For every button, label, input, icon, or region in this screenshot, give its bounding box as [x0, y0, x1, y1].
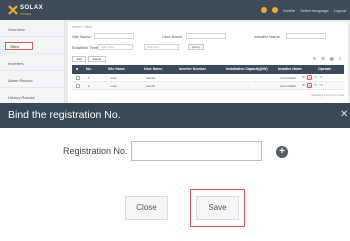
add-button[interactable]: Add [72, 56, 86, 62]
sidebar-item-label: Alarm Record [8, 78, 33, 83]
close-icon[interactable]: ✕ [340, 109, 350, 120]
delete-icon[interactable]: ✕ [319, 75, 324, 80]
cell-user-name: user01 [146, 76, 156, 80]
settings-icon[interactable]: ⚙ [301, 83, 306, 88]
close-button[interactable]: Close [125, 196, 168, 220]
breadcrumb-home[interactable]: Home [72, 25, 81, 29]
sidebar-item-label: History Record [8, 95, 35, 100]
logo-mark-icon [8, 5, 18, 15]
cell-capacity: - [248, 76, 249, 80]
col-installer-name[interactable]: Installer Name [278, 67, 302, 71]
sidebar-item-label: Inverters [8, 61, 24, 66]
col-no[interactable]: No. [86, 67, 92, 71]
add-field-icon[interactable]: + [276, 146, 288, 158]
notification-icon[interactable] [261, 7, 268, 13]
registration-no-label: Registration No. [63, 146, 128, 156]
bind-registration-icon[interactable]: ⊕ [307, 75, 312, 80]
sidebar-item-inverters[interactable]: Inverters [0, 54, 64, 71]
table-row[interactable]: 1 solax user01 - - test installer ⚙ ⊕ ✎ … [72, 74, 344, 82]
col-site-name[interactable]: Site Name [108, 67, 125, 71]
bind-registration-icon[interactable]: ⊕ [307, 83, 312, 88]
mobile-link[interactable]: Mobile [283, 8, 295, 13]
query-button[interactable]: Query [188, 44, 204, 50]
installer-name-label: Installer Name [254, 34, 280, 39]
dialog-header: Bind the registration No. ✕ [0, 103, 350, 128]
installer-name-input[interactable] [286, 33, 326, 39]
cell-inverter-number: - [190, 76, 191, 80]
cell-site-name[interactable]: solax [110, 76, 117, 80]
top-actions: Mobile Select language Logout [261, 5, 346, 15]
columns-icon[interactable]: ▦ [330, 56, 334, 61]
logo-text: SOLAX [20, 5, 44, 11]
logo-subtext: POWER [20, 12, 32, 16]
save-button[interactable]: Save [196, 196, 239, 220]
table-header: ■ No. Site Name User Name Inverter Numbe… [72, 65, 344, 74]
cell-no: 1 [88, 76, 90, 80]
delete-icon[interactable]: ✕ [319, 83, 324, 88]
site-name-input[interactable] [94, 33, 134, 39]
col-inverter-number[interactable]: Inverter Number [179, 67, 206, 71]
row-checkbox[interactable] [76, 76, 80, 80]
settings-icon[interactable]: ⚙ [301, 75, 306, 80]
end-time-input[interactable]: End time [144, 44, 179, 50]
pagination-info: Showing 1 to 2 of 2 rows [311, 93, 344, 97]
cell-inverter-number: - [190, 84, 191, 88]
col-capacity[interactable]: Installation Capacity(kW) [226, 67, 268, 71]
col-operate: Operate [318, 67, 332, 71]
cell-installer: test installer [280, 84, 297, 88]
select-all-checkbox[interactable]: ■ [76, 67, 78, 71]
edit-icon[interactable]: ✎ [313, 75, 318, 80]
message-icon[interactable] [272, 7, 279, 13]
bind-registration-dialog: Bind the registration No. ✕ Registration… [0, 103, 350, 241]
table-tools: ⟳ ☰ ▦ ⇩ [313, 56, 342, 61]
top-bar: SOLAX POWER Mobile Select language Logou… [0, 0, 350, 20]
sidebar-item-sites[interactable]: Sites [0, 37, 64, 54]
cell-no: 2 [88, 84, 90, 88]
sidebar-item-label: Sites [5, 42, 33, 50]
user-name-input[interactable] [186, 33, 226, 39]
sidebar-item-label: Overview [8, 27, 25, 32]
sidebar-item-overview[interactable]: Overview [0, 20, 64, 37]
user-name-label: User Name [162, 34, 183, 39]
logout-link[interactable]: Logout [334, 8, 346, 13]
language-select[interactable]: Select language [300, 8, 329, 13]
cell-installer: test installer [280, 76, 297, 80]
registration-no-input[interactable] [131, 141, 262, 161]
establish-time-label: Establish Time [72, 45, 99, 50]
start-time-input[interactable]: Start time [98, 44, 133, 50]
delete-button[interactable]: Delete [88, 56, 106, 62]
row-checkbox[interactable] [76, 84, 80, 88]
table-row[interactable]: 2 solax user01 - - test installer ⚙ ⊕ ✎ … [72, 82, 344, 90]
row-operations: ⚙ ⊕ ✎ ✕ [301, 83, 324, 88]
sidebar-item-alarm-record[interactable]: Alarm Record [0, 71, 64, 88]
solax-logo[interactable]: SOLAX POWER [6, 3, 56, 17]
dialog-title: Bind the registration No. [8, 109, 121, 121]
edit-icon[interactable]: ✎ [313, 83, 318, 88]
breadcrumb: Home / Sites [72, 25, 93, 29]
row-operations: ⚙ ⊕ ✎ ✕ [301, 75, 324, 80]
refresh-icon[interactable]: ⟳ [313, 56, 316, 61]
site-name-label: Site Name [72, 34, 91, 39]
breadcrumb-current: Sites [84, 25, 93, 29]
cell-site-name[interactable]: solax [110, 84, 117, 88]
cell-capacity: - [248, 84, 249, 88]
col-user-name[interactable]: User Name [144, 67, 162, 71]
cell-user-name: user01 [146, 84, 156, 88]
toggle-view-icon[interactable]: ☰ [321, 56, 325, 61]
export-icon[interactable]: ⇩ [339, 56, 342, 61]
